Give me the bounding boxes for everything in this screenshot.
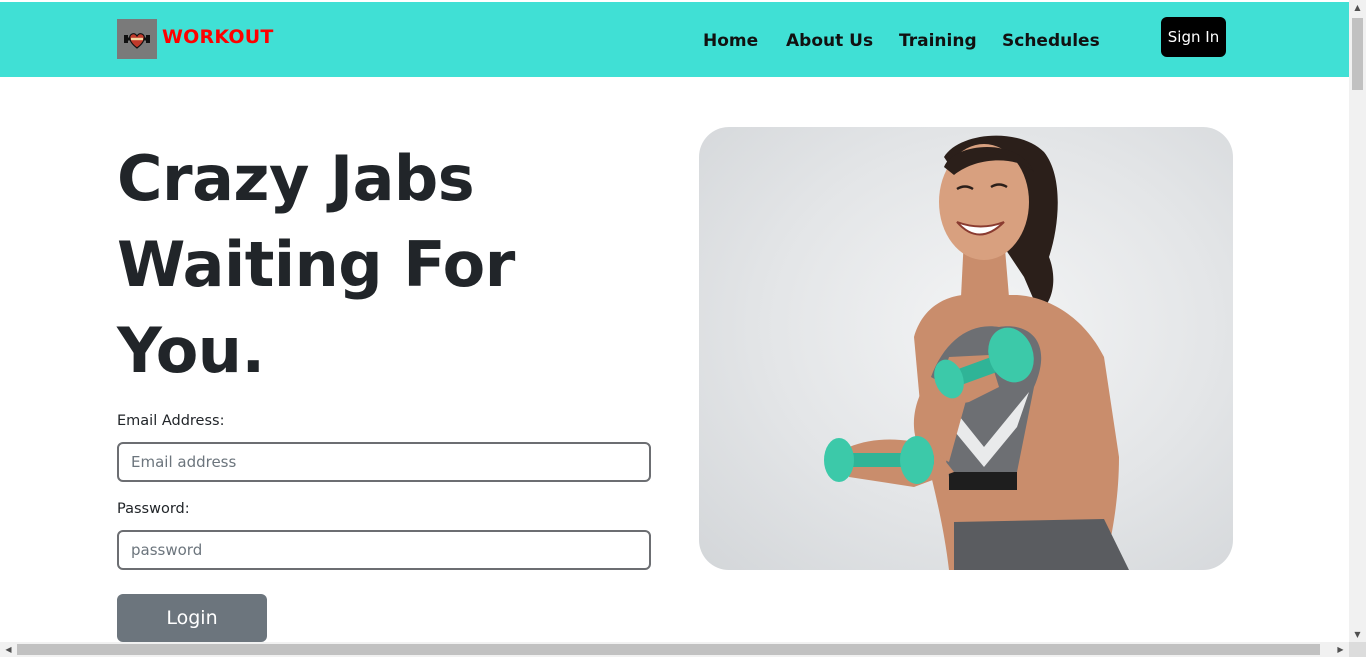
nav-training-link[interactable]: Training [899, 31, 977, 51]
email-input[interactable] [117, 442, 651, 482]
password-label: Password: [117, 501, 190, 517]
vertical-scrollbar-thumb[interactable] [1352, 18, 1363, 90]
woman-with-dumbbells-illustration [824, 135, 1129, 570]
horizontal-scrollbar-thumb[interactable] [17, 644, 1320, 655]
scrollbar-corner [1349, 642, 1366, 657]
scroll-up-arrow-icon[interactable]: ▲ [1350, 0, 1365, 15]
horizontal-scrollbar[interactable]: ◀ ▶ [0, 642, 1349, 657]
page-viewport: WORKOUT Home About Us Training Schedules… [0, 0, 1349, 642]
hero-title-line: You. [117, 314, 265, 387]
scroll-down-arrow-icon[interactable]: ▼ [1350, 627, 1365, 642]
hero-image [699, 127, 1233, 570]
email-label: Email Address: [117, 413, 225, 429]
nav-schedules-link[interactable]: Schedules [1002, 31, 1100, 51]
password-input[interactable] [117, 530, 651, 570]
hero-title: Crazy Jabs Waiting For You. [117, 136, 637, 394]
hero-title-line: Crazy Jabs [117, 142, 475, 215]
vertical-scrollbar[interactable]: ▲ ▼ [1349, 0, 1366, 642]
heart-dumbbell-icon [124, 33, 150, 49]
navbar: WORKOUT Home About Us Training Schedules… [0, 2, 1349, 77]
hero-title-line: Waiting For [117, 228, 515, 301]
scroll-right-arrow-icon[interactable]: ▶ [1333, 642, 1348, 657]
login-button[interactable]: Login [117, 594, 267, 642]
nav-about-link[interactable]: About Us [786, 31, 873, 51]
logo[interactable] [117, 19, 157, 59]
brand-name[interactable]: WORKOUT [162, 26, 274, 48]
nav-home-link[interactable]: Home [703, 31, 758, 51]
scroll-left-arrow-icon[interactable]: ◀ [1, 642, 16, 657]
sign-in-button[interactable]: Sign In [1161, 17, 1226, 57]
